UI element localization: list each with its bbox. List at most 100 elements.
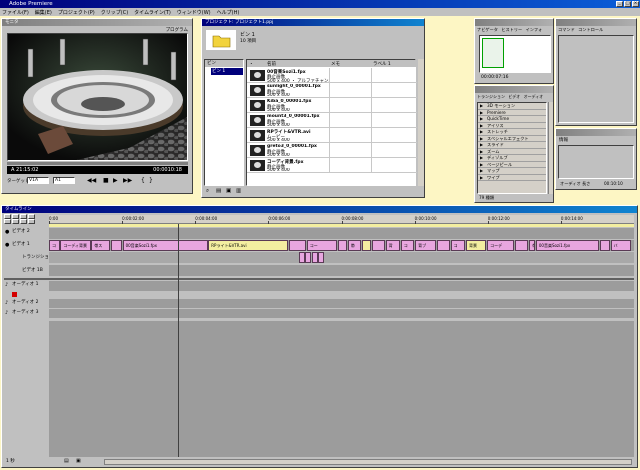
timeline-clip[interactable]: [436, 240, 450, 251]
timeline-clip[interactable]: コ: [400, 240, 414, 251]
menu-help[interactable]: ヘルプ(H): [217, 9, 240, 16]
timeline-clip[interactable]: コーデ: [487, 240, 514, 251]
menu-project[interactable]: プロジェクト(P): [58, 9, 95, 16]
item-list-scrollbar[interactable]: [418, 59, 424, 186]
col-header-name[interactable]: 名前: [267, 61, 276, 67]
timeline-clip[interactable]: 00音楽Sozi1.fpx: [122, 240, 208, 251]
menu-edit[interactable]: 編集(E): [35, 9, 52, 16]
time-zoom-select[interactable]: 1 秒: [6, 458, 15, 464]
transition-folder-label: マップ: [487, 168, 500, 173]
navigator-preview[interactable]: [479, 35, 551, 73]
timeline-clip[interactable]: [514, 240, 529, 251]
program-preview[interactable]: [7, 33, 188, 161]
timeline-clip[interactable]: コ: [49, 240, 60, 251]
track-transition[interactable]: [49, 252, 634, 263]
track-audio3[interactable]: [49, 309, 634, 318]
timeline-clip[interactable]: [305, 252, 312, 263]
link-tool-icon[interactable]: [20, 219, 27, 224]
tab-video-effects[interactable]: ビデオ: [508, 94, 520, 99]
timeline-empty-area[interactable]: [49, 321, 634, 457]
timeline-clip[interactable]: [337, 240, 348, 251]
trash-icon[interactable]: ▥: [236, 188, 241, 194]
navigator-viewbox[interactable]: [482, 38, 504, 68]
close-button[interactable]: ×: [632, 1, 639, 7]
play-icon[interactable]: ▶: [113, 177, 118, 184]
list-item[interactable]: RPライト&VTR.avi ムービー 500 x 400: [247, 128, 417, 143]
transitions-scrollbar[interactable]: [548, 102, 553, 194]
tab-transitions[interactable]: トランジション: [477, 94, 505, 99]
menu-timeline[interactable]: タイムライン(T): [134, 9, 171, 16]
timeline-clip[interactable]: [288, 240, 306, 251]
timeline-clip[interactable]: 帯: [347, 240, 362, 251]
bin-list-item[interactable]: ビン 1: [211, 68, 243, 75]
list-item[interactable]: mount3_0_00001.fpx 静止画像 500 x 400: [247, 113, 417, 128]
mark-in-icon[interactable]: {: [141, 177, 145, 184]
list-item[interactable]: sunlight_0_00001.fpx 静止画像 500 x 400: [247, 83, 417, 98]
binoculars-icon[interactable]: ⌕: [206, 188, 209, 195]
zoom-tool-icon[interactable]: [4, 219, 11, 224]
track-audio1[interactable]: [49, 281, 634, 291]
track-video1[interactable]: ココーディ背景 帯ス 00音楽Sozi1.fpx RPライト&VTR.avi コー帯背コ…: [49, 240, 634, 251]
transition-folder-label: 3D モーション: [487, 103, 516, 108]
timeline-clip[interactable]: [311, 252, 318, 263]
target-audio-select[interactable]: A1: [53, 177, 75, 184]
target-video-select[interactable]: V1A: [27, 177, 49, 184]
track-video1b[interactable]: [49, 265, 634, 276]
timeline-clip[interactable]: コー: [306, 240, 337, 251]
track-options-icon[interactable]: ▤: [64, 458, 69, 464]
timeline-clip[interactable]: 帯ス: [91, 240, 111, 251]
audio-tracks: ♪ オーディオ 1 ♪ オーディオ 2 ♪ オーディオ 3: [4, 281, 634, 321]
forward-icon[interactable]: ▶▶: [123, 177, 132, 184]
menu-file[interactable]: ファイル(F): [2, 9, 29, 16]
monitor-scrub-bar[interactable]: [7, 162, 188, 165]
timeline-clip[interactable]: [600, 240, 610, 251]
minimize-button[interactable]: _: [616, 1, 623, 7]
list-item[interactable]: greto3_0_00001.fpx 静止画像 500 x 400: [247, 143, 417, 158]
tab-navigator[interactable]: ナビゲータ: [477, 27, 498, 32]
timeline-clip[interactable]: [318, 252, 325, 263]
tab-history[interactable]: ヒストリー: [501, 27, 522, 32]
track-audio2[interactable]: [49, 299, 634, 308]
tab-audio-effects[interactable]: オーディオ: [524, 94, 544, 99]
list-item[interactable]: 00音楽Sozi1.fpx静止画像500 x 400 ・ アルファチャンネル: [247, 68, 417, 84]
work-area-bar[interactable]: [49, 224, 634, 227]
timeline-clip[interactable]: [371, 240, 385, 251]
timeline-clip[interactable]: バ: [610, 240, 631, 251]
timeline-clip[interactable]: [362, 240, 371, 251]
timeline-clip[interactable]: コ: [450, 240, 465, 251]
timeline-clip[interactable]: [111, 240, 122, 251]
edit-line[interactable]: [178, 224, 179, 457]
timeline-clip[interactable]: 背景: [466, 240, 487, 251]
rewind-icon[interactable]: ◀◀: [87, 177, 96, 184]
timeline-clip[interactable]: 背: [385, 240, 400, 251]
timeline-ruler[interactable]: 0:00 0:00:02:00 0:00:04:00 0:00:06:00 0:00:0…: [49, 215, 634, 224]
tab-control[interactable]: コントロール: [578, 27, 603, 32]
fade-tool-icon[interactable]: [12, 219, 19, 224]
new-item-icon[interactable]: ▣: [226, 188, 231, 194]
menu-clip[interactable]: クリップ(C): [101, 9, 128, 16]
menu-window[interactable]: ウィンドウ(W): [177, 9, 211, 16]
col-header-memo[interactable]: メモ: [331, 61, 340, 67]
timeline-clip[interactable]: 背ブ: [415, 240, 436, 251]
maximize-button[interactable]: □: [624, 1, 631, 7]
tab-command[interactable]: コマンド: [558, 27, 575, 32]
list-item[interactable]: Kiba_0_00001.fpx 静止画像 500 x 400: [247, 98, 417, 113]
col-header-label[interactable]: ラベル 1: [373, 61, 391, 67]
timeline-title: タイムライン: [2, 206, 637, 213]
timeline-clip[interactable]: 00音楽Sozi1.fpx: [535, 240, 600, 251]
timeline-clip[interactable]: [298, 252, 305, 263]
list-item[interactable]: コーディ背景.fpx 静止画像 500 x 400: [247, 158, 417, 173]
bin-icon[interactable]: ▤: [216, 188, 221, 194]
toggle-snap-icon[interactable]: ▣: [76, 458, 81, 464]
timeline-clip[interactable]: 帯: [529, 240, 535, 251]
track-video2[interactable]: [49, 228, 634, 239]
stop-icon[interactable]: ■: [103, 177, 109, 184]
mark-tool-icon[interactable]: [28, 219, 35, 224]
lock-icon[interactable]: [12, 292, 17, 297]
tab-info[interactable]: インフォ: [526, 27, 543, 32]
timeline-scrollbar[interactable]: [104, 459, 632, 465]
mark-out-icon[interactable]: }: [149, 177, 153, 184]
timeline-clip[interactable]: RPライト&VTR.avi: [208, 240, 288, 251]
timeline-clip[interactable]: コーディ背景: [60, 240, 91, 251]
transition-folder[interactable]: ▶ ワイプ: [478, 175, 546, 181]
